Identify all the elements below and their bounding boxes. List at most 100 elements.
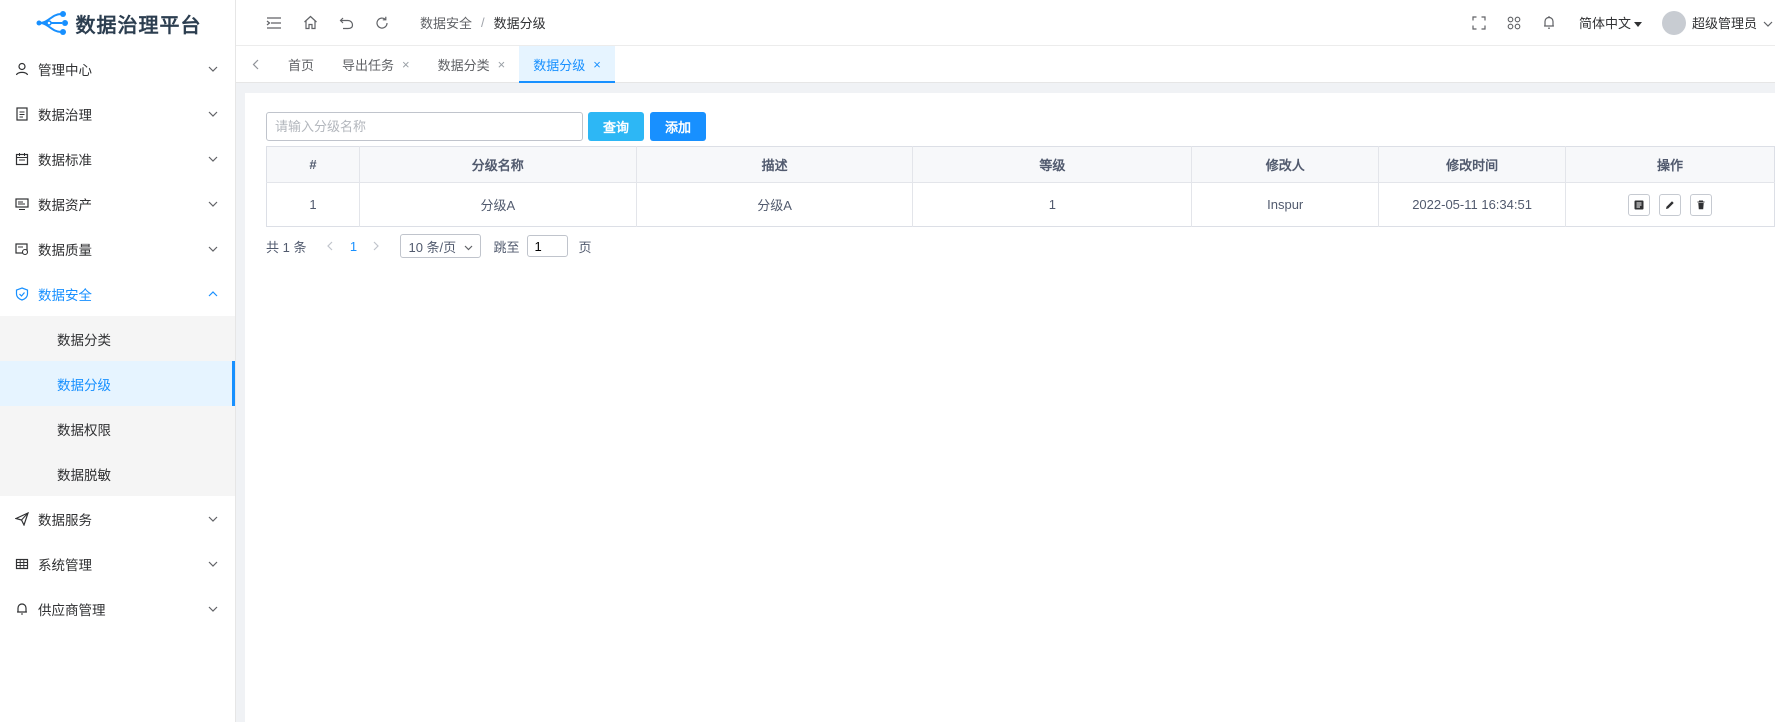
jump-page-input[interactable]	[527, 235, 569, 257]
sidebar-item-data-standard[interactable]: 数据标准	[0, 136, 235, 181]
monitor-icon	[14, 196, 30, 212]
column-header-modifier: 修改人	[1191, 146, 1380, 183]
sidebar-menu: 管理中心 数据治理 数据标准 数据资产 数据质量 数据安全 数据分类 数据分级 …	[0, 46, 235, 631]
tab-data-grading[interactable]: 数据分级 ×	[519, 46, 615, 83]
language-selector[interactable]: 简体中文	[1579, 13, 1642, 32]
sidebar-submenu-data-security: 数据分类 数据分级 数据权限 数据脱敏	[0, 316, 235, 496]
tabs-bar: 首页 导出任务 × 数据分类 × 数据分级 ×	[236, 46, 1775, 83]
chevron-down-icon	[207, 153, 219, 165]
sidebar-item-data-governance[interactable]: 数据治理	[0, 91, 235, 136]
breadcrumb-item-parent[interactable]: 数据安全	[420, 13, 472, 32]
page-size-select[interactable]: 10 条/页	[400, 234, 482, 258]
tab-home[interactable]: 首页	[274, 46, 328, 82]
sidebar-item-supplier-management[interactable]: 供应商管理	[0, 586, 235, 631]
menu-collapse-icon[interactable]	[256, 0, 292, 46]
sidebar-subitem-data-classification[interactable]: 数据分类	[0, 316, 235, 361]
view-detail-button[interactable]	[1628, 193, 1651, 216]
tab-label: 首页	[288, 57, 315, 73]
close-icon[interactable]: ×	[402, 57, 410, 72]
topbar-right-actions: 简体中文 超级管理员	[1462, 0, 1775, 46]
logo-icon	[36, 11, 68, 35]
cell-name: 分级A	[359, 182, 637, 227]
sidebar-item-data-service[interactable]: 数据服务	[0, 496, 235, 541]
tab-data-classification[interactable]: 数据分类 ×	[424, 46, 520, 82]
breadcrumb-item-current: 数据分级	[493, 16, 546, 31]
chevron-up-icon	[207, 288, 219, 300]
sidebar-item-label: 数据治理	[38, 107, 92, 123]
add-button[interactable]: 添加	[650, 112, 707, 141]
grading-table: # 分级名称 描述 等级 修改人 修改时间 操作 1 分级A 分级A 1 Ins…	[266, 146, 1775, 227]
pagination: 共 1 条 1 10 条/页 跳至 页	[266, 234, 592, 258]
table-header: # 分级名称 描述 等级 修改人 修改时间 操作	[266, 146, 1775, 183]
app-title: 数据治理平台	[75, 14, 202, 37]
breadcrumb: 数据安全 / 数据分级	[420, 13, 546, 32]
next-page-icon[interactable]	[364, 239, 388, 254]
grid-icon	[14, 556, 30, 572]
sidebar-item-data-quality[interactable]: 数据质量	[0, 226, 235, 271]
apps-icon[interactable]	[1497, 0, 1532, 46]
close-icon[interactable]: ×	[498, 57, 506, 72]
page-number-current[interactable]: 1	[342, 239, 364, 254]
search-toolbar: 查询 添加	[266, 112, 707, 141]
chevron-down-icon	[1763, 15, 1773, 30]
home-icon[interactable]	[292, 0, 328, 46]
tab-label: 导出任务	[342, 57, 395, 73]
user-menu[interactable]: 超级管理员	[1661, 10, 1773, 35]
column-header-modified-time: 修改时间	[1378, 146, 1567, 183]
sidebar-item-label: 系统管理	[38, 557, 92, 573]
sidebar-item-label: 数据安全	[38, 287, 92, 303]
sidebar-subitem-data-masking[interactable]: 数据脱敏	[0, 451, 235, 496]
tab-export-task[interactable]: 导出任务 ×	[328, 46, 424, 82]
edit-button[interactable]	[1659, 193, 1682, 216]
chevron-down-icon	[207, 558, 219, 570]
sidebar-subitem-data-grading[interactable]: 数据分级	[0, 361, 235, 406]
calendar-icon	[14, 151, 30, 167]
delete-button[interactable]	[1690, 193, 1713, 216]
refresh-icon[interactable]	[364, 0, 400, 46]
column-header-description: 描述	[636, 146, 914, 183]
pagination-total: 共 1 条	[266, 239, 307, 255]
table-row: 1 分级A 分级A 1 Inspur 2022-05-11 16:34:51	[266, 182, 1775, 227]
column-header-level: 等级	[912, 146, 1193, 183]
close-icon[interactable]: ×	[593, 57, 601, 72]
chevron-down-icon	[207, 63, 219, 75]
main-content: 查询 添加 # 分级名称 描述 等级 修改人 修改时间 操作 1	[245, 93, 1775, 722]
sidebar-item-data-assets[interactable]: 数据资产	[0, 181, 235, 226]
sidebar-item-label: 数据资产	[38, 197, 92, 213]
tab-label: 数据分类	[437, 57, 490, 73]
detail-icon	[1634, 200, 1644, 209]
notification-bell-icon[interactable]	[1532, 0, 1567, 46]
breadcrumb-separator: /	[481, 15, 485, 30]
cell-actions	[1566, 183, 1775, 227]
sidebar: 数据治理平台 管理中心 数据治理 数据标准 数据资产 数据质量 数据安全 数据分…	[0, 0, 236, 722]
sidebar-subitem-data-permission[interactable]: 数据权限	[0, 406, 235, 451]
cell-description: 分级A	[636, 182, 914, 227]
chevron-down-icon	[207, 108, 219, 120]
topbar-left-actions	[236, 0, 400, 46]
chevron-down-icon	[207, 513, 219, 525]
user-name: 超级管理员	[1691, 16, 1757, 31]
app-root: 数据治理平台 管理中心 数据治理 数据标准 数据资产 数据质量 数据安全 数据分…	[0, 0, 1775, 722]
sidebar-item-management-center[interactable]: 管理中心	[0, 46, 235, 91]
cell-index: 1	[266, 182, 360, 227]
prev-page-icon[interactable]	[318, 239, 342, 254]
sidebar-item-data-security[interactable]: 数据安全	[0, 271, 235, 316]
chevron-down-icon	[207, 243, 219, 255]
undo-icon[interactable]	[328, 0, 364, 46]
language-label: 简体中文	[1578, 16, 1631, 31]
page-suffix: 页	[578, 239, 592, 255]
query-button[interactable]: 查询	[588, 112, 645, 141]
send-icon	[14, 511, 30, 527]
user-icon	[14, 61, 30, 77]
caret-down-icon	[1633, 15, 1642, 30]
column-header-index: #	[266, 146, 360, 183]
tabs-scroll-left-icon[interactable]	[236, 46, 274, 82]
quality-icon	[14, 241, 30, 257]
search-input[interactable]	[266, 112, 583, 141]
tab-label: 数据分级	[533, 57, 586, 73]
chevron-down-icon	[464, 239, 473, 254]
logo: 数据治理平台	[0, 0, 235, 46]
page-size-value: 10 条/页	[408, 239, 457, 255]
fullscreen-icon[interactable]	[1462, 0, 1497, 46]
sidebar-item-system-management[interactable]: 系统管理	[0, 541, 235, 586]
